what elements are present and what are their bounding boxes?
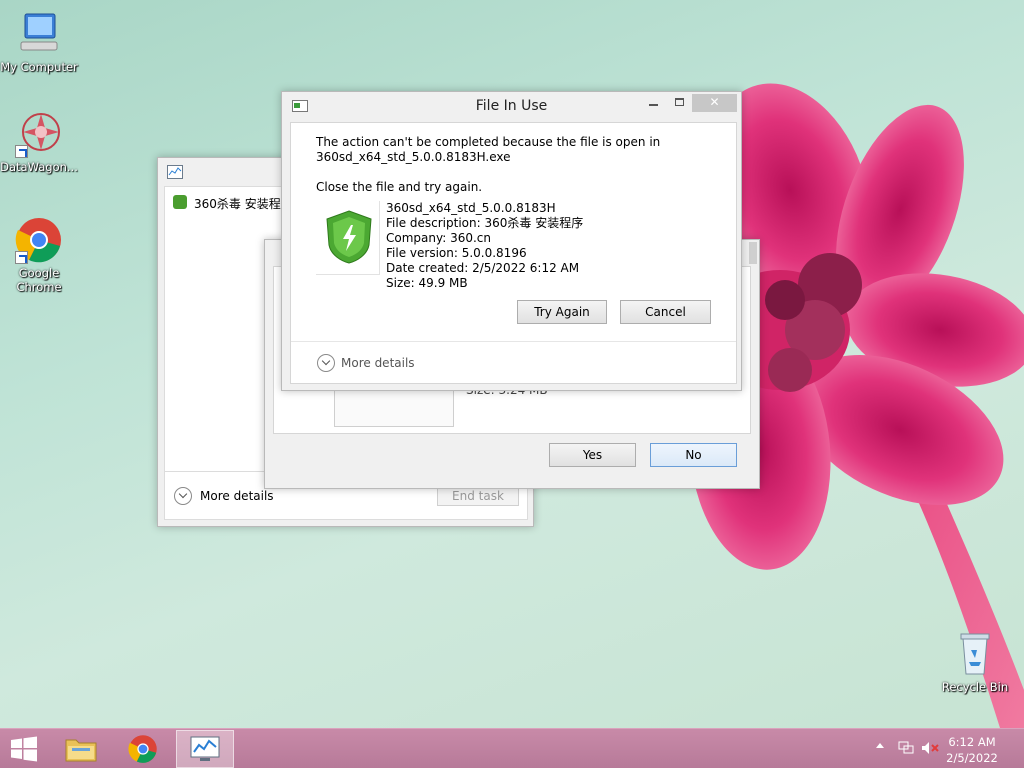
file-description: File description: 360杀毒 安装程序 (386, 216, 584, 230)
clock-date: 2/5/2022 (946, 751, 998, 765)
computer-icon (15, 10, 63, 58)
desktop-icon-google-chrome[interactable]: Google Chrome (0, 216, 78, 294)
maximize-icon (674, 98, 684, 106)
more-details-link[interactable]: More details (341, 356, 415, 370)
close-button[interactable]: ✕ (692, 94, 737, 112)
desktop-icon-datawagon[interactable]: DataWagon... (0, 110, 78, 174)
datawagon-icon (15, 110, 63, 158)
file-in-use-panel: The action can't be completed because th… (290, 122, 737, 384)
taskbar-chrome[interactable] (114, 730, 172, 768)
scrollbar[interactable] (749, 242, 757, 264)
file-company: Company: 360.cn (386, 231, 491, 245)
desktop-icon-label: Google Chrome (16, 266, 62, 294)
file-icon-box (316, 201, 380, 275)
desktop-icon-label: My Computer (0, 60, 78, 74)
360-shield-icon (326, 210, 372, 264)
task-manager-icon (190, 736, 220, 761)
no-button[interactable]: No (650, 443, 737, 467)
taskbar: 6:12 AM 2/5/2022 (0, 728, 1024, 768)
folder-icon (65, 739, 97, 762)
cancel-button[interactable]: Cancel (620, 300, 711, 324)
desktop-icon-recycle-bin[interactable]: Recycle Bin (936, 630, 1014, 694)
chrome-icon (128, 735, 157, 763)
message-line-3: Close the file and try again. (316, 180, 483, 194)
file-name: 360sd_x64_std_5.0.0.8183H (386, 201, 556, 215)
start-button[interactable] (8, 735, 40, 763)
maximize-button[interactable] (668, 94, 690, 112)
chevron-down-icon[interactable] (174, 487, 192, 505)
taskbar-task-manager[interactable] (176, 730, 234, 768)
file-version: File version: 5.0.0.8196 (386, 246, 527, 260)
desktop-icon-label: DataWagon... (0, 160, 78, 174)
shortcut-arrow-icon (15, 145, 28, 158)
360-shield-icon (173, 195, 187, 209)
more-details-link[interactable]: More details (200, 489, 274, 503)
chevron-down-icon[interactable] (317, 354, 335, 372)
shortcut-arrow-icon (15, 251, 28, 264)
file-in-use-dialog: File In Use ✕ The action can't be comple… (281, 91, 742, 391)
recycle-bin-icon (951, 630, 999, 678)
close-icon: ✕ (709, 95, 720, 109)
volume-muted-icon[interactable] (921, 741, 939, 755)
desktop-icon-my-computer[interactable]: My Computer (0, 10, 78, 74)
minimize-button[interactable] (642, 94, 664, 112)
chrome-icon (15, 216, 63, 264)
network-icon[interactable] (898, 741, 914, 755)
task-manager-icon (167, 165, 183, 179)
message-line-1: The action can't be completed because th… (316, 135, 661, 149)
minimize-icon (648, 104, 658, 106)
taskbar-file-explorer[interactable] (52, 730, 110, 768)
yes-button[interactable]: Yes (549, 443, 636, 467)
clock-time: 6:12 AM (948, 735, 996, 749)
file-date-created: Date created: 2/5/2022 6:12 AM (386, 261, 580, 275)
details-divider (291, 341, 736, 342)
windows-logo-icon (11, 736, 37, 762)
message-line-2: 360sd_x64_std_5.0.0.8183H.exe (316, 150, 511, 164)
process-label: 360杀毒 安装程序 (194, 197, 293, 211)
taskbar-clock[interactable]: 6:12 AM 2/5/2022 (942, 734, 1002, 766)
file-in-use-titlebar[interactable]: File In Use ✕ (282, 92, 741, 121)
try-again-button[interactable]: Try Again (517, 300, 607, 324)
file-size: Size: 49.9 MB (386, 276, 468, 290)
end-task-button[interactable]: End task (437, 486, 519, 506)
tray-overflow-icon[interactable] (876, 743, 884, 748)
desktop-icon-label: Recycle Bin (941, 680, 1009, 694)
